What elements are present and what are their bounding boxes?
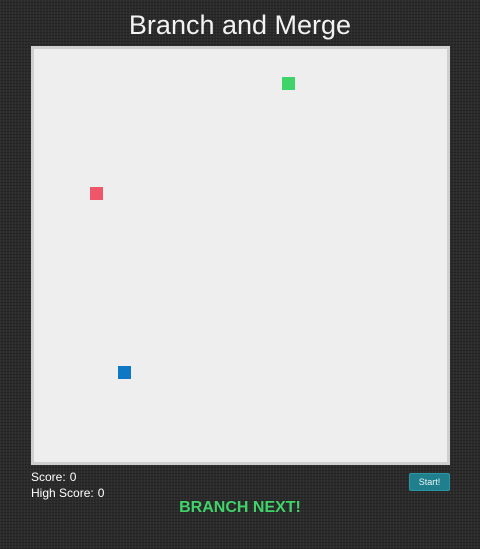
score-label: Score: xyxy=(31,470,66,484)
start-button[interactable]: Start! xyxy=(409,473,450,491)
blue-block xyxy=(118,366,131,379)
game-board[interactable] xyxy=(31,46,450,465)
next-action-hint: BRANCH NEXT! xyxy=(179,499,301,516)
score-display: Score: 0 xyxy=(31,470,76,484)
board-area[interactable] xyxy=(34,49,447,462)
green-block xyxy=(282,77,295,90)
score-value: 0 xyxy=(69,470,77,484)
game-title: Branch and Merge xyxy=(128,10,352,40)
red-block xyxy=(90,187,103,200)
